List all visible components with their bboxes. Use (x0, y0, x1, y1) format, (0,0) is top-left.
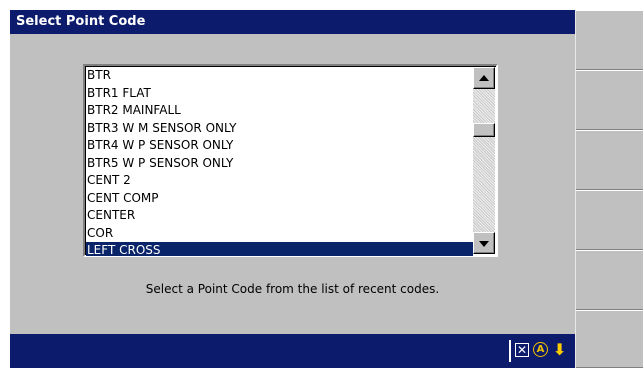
list-item[interactable]: BTR (86, 67, 473, 85)
status-bar: ✕ A ⬇ (10, 334, 575, 368)
softkey-2[interactable] (576, 70, 643, 130)
scroll-down-button[interactable] (473, 232, 495, 254)
point-code-listbox[interactable]: BTR BTR1 FLAT BTR2 MAINFALL BTR3 W M SENSOR… (83, 64, 498, 257)
list-item[interactable]: CENTER (86, 207, 473, 225)
arrow-up-icon (479, 75, 489, 81)
scroll-thumb[interactable] (473, 123, 495, 137)
arrow-down-icon (479, 241, 489, 247)
scroll-up-button[interactable] (473, 67, 495, 89)
list-item[interactable]: CENT 2 (86, 172, 473, 190)
softkey-4[interactable] (576, 190, 643, 250)
list-item[interactable]: BTR1 FLAT (86, 85, 473, 103)
dialog-content: BTR BTR1 FLAT BTR2 MAINFALL BTR3 W M SENSOR… (10, 34, 575, 334)
softkey-6[interactable] (576, 310, 643, 368)
list-scrollbar[interactable] (473, 67, 495, 254)
list-item[interactable]: CENT COMP (86, 190, 473, 208)
dialog-title: Select Point Code (10, 10, 575, 34)
list-item[interactable]: BTR5 W P SENSOR ONLY (86, 155, 473, 173)
down-arrow-icon[interactable]: ⬇ (553, 340, 566, 360)
point-code-list[interactable]: BTR BTR1 FLAT BTR2 MAINFALL BTR3 W M SENSOR… (86, 67, 473, 256)
softkey-1[interactable] (576, 10, 643, 70)
softkey-5[interactable] (576, 250, 643, 310)
softkey-column (575, 10, 643, 368)
list-item[interactable]: COR (86, 225, 473, 243)
close-box-icon[interactable]: ✕ (515, 343, 529, 357)
dialog-window: Select Point Code BTR BTR1 FLAT BTR2 MAINF… (10, 10, 643, 368)
instruction-text: Select a Point Code from the list of rec… (145, 282, 440, 296)
alpha-mode-icon[interactable]: A (533, 342, 548, 357)
list-item[interactable]: BTR4 W P SENSOR ONLY (86, 137, 473, 155)
list-item[interactable]: LEFT CROSS (86, 242, 473, 256)
list-item[interactable]: BTR3 W M SENSOR ONLY (86, 120, 473, 138)
list-item[interactable]: BTR2 MAINFALL (86, 102, 473, 120)
softkey-3[interactable] (576, 130, 643, 190)
status-icons: ✕ A ⬇ (509, 340, 575, 362)
